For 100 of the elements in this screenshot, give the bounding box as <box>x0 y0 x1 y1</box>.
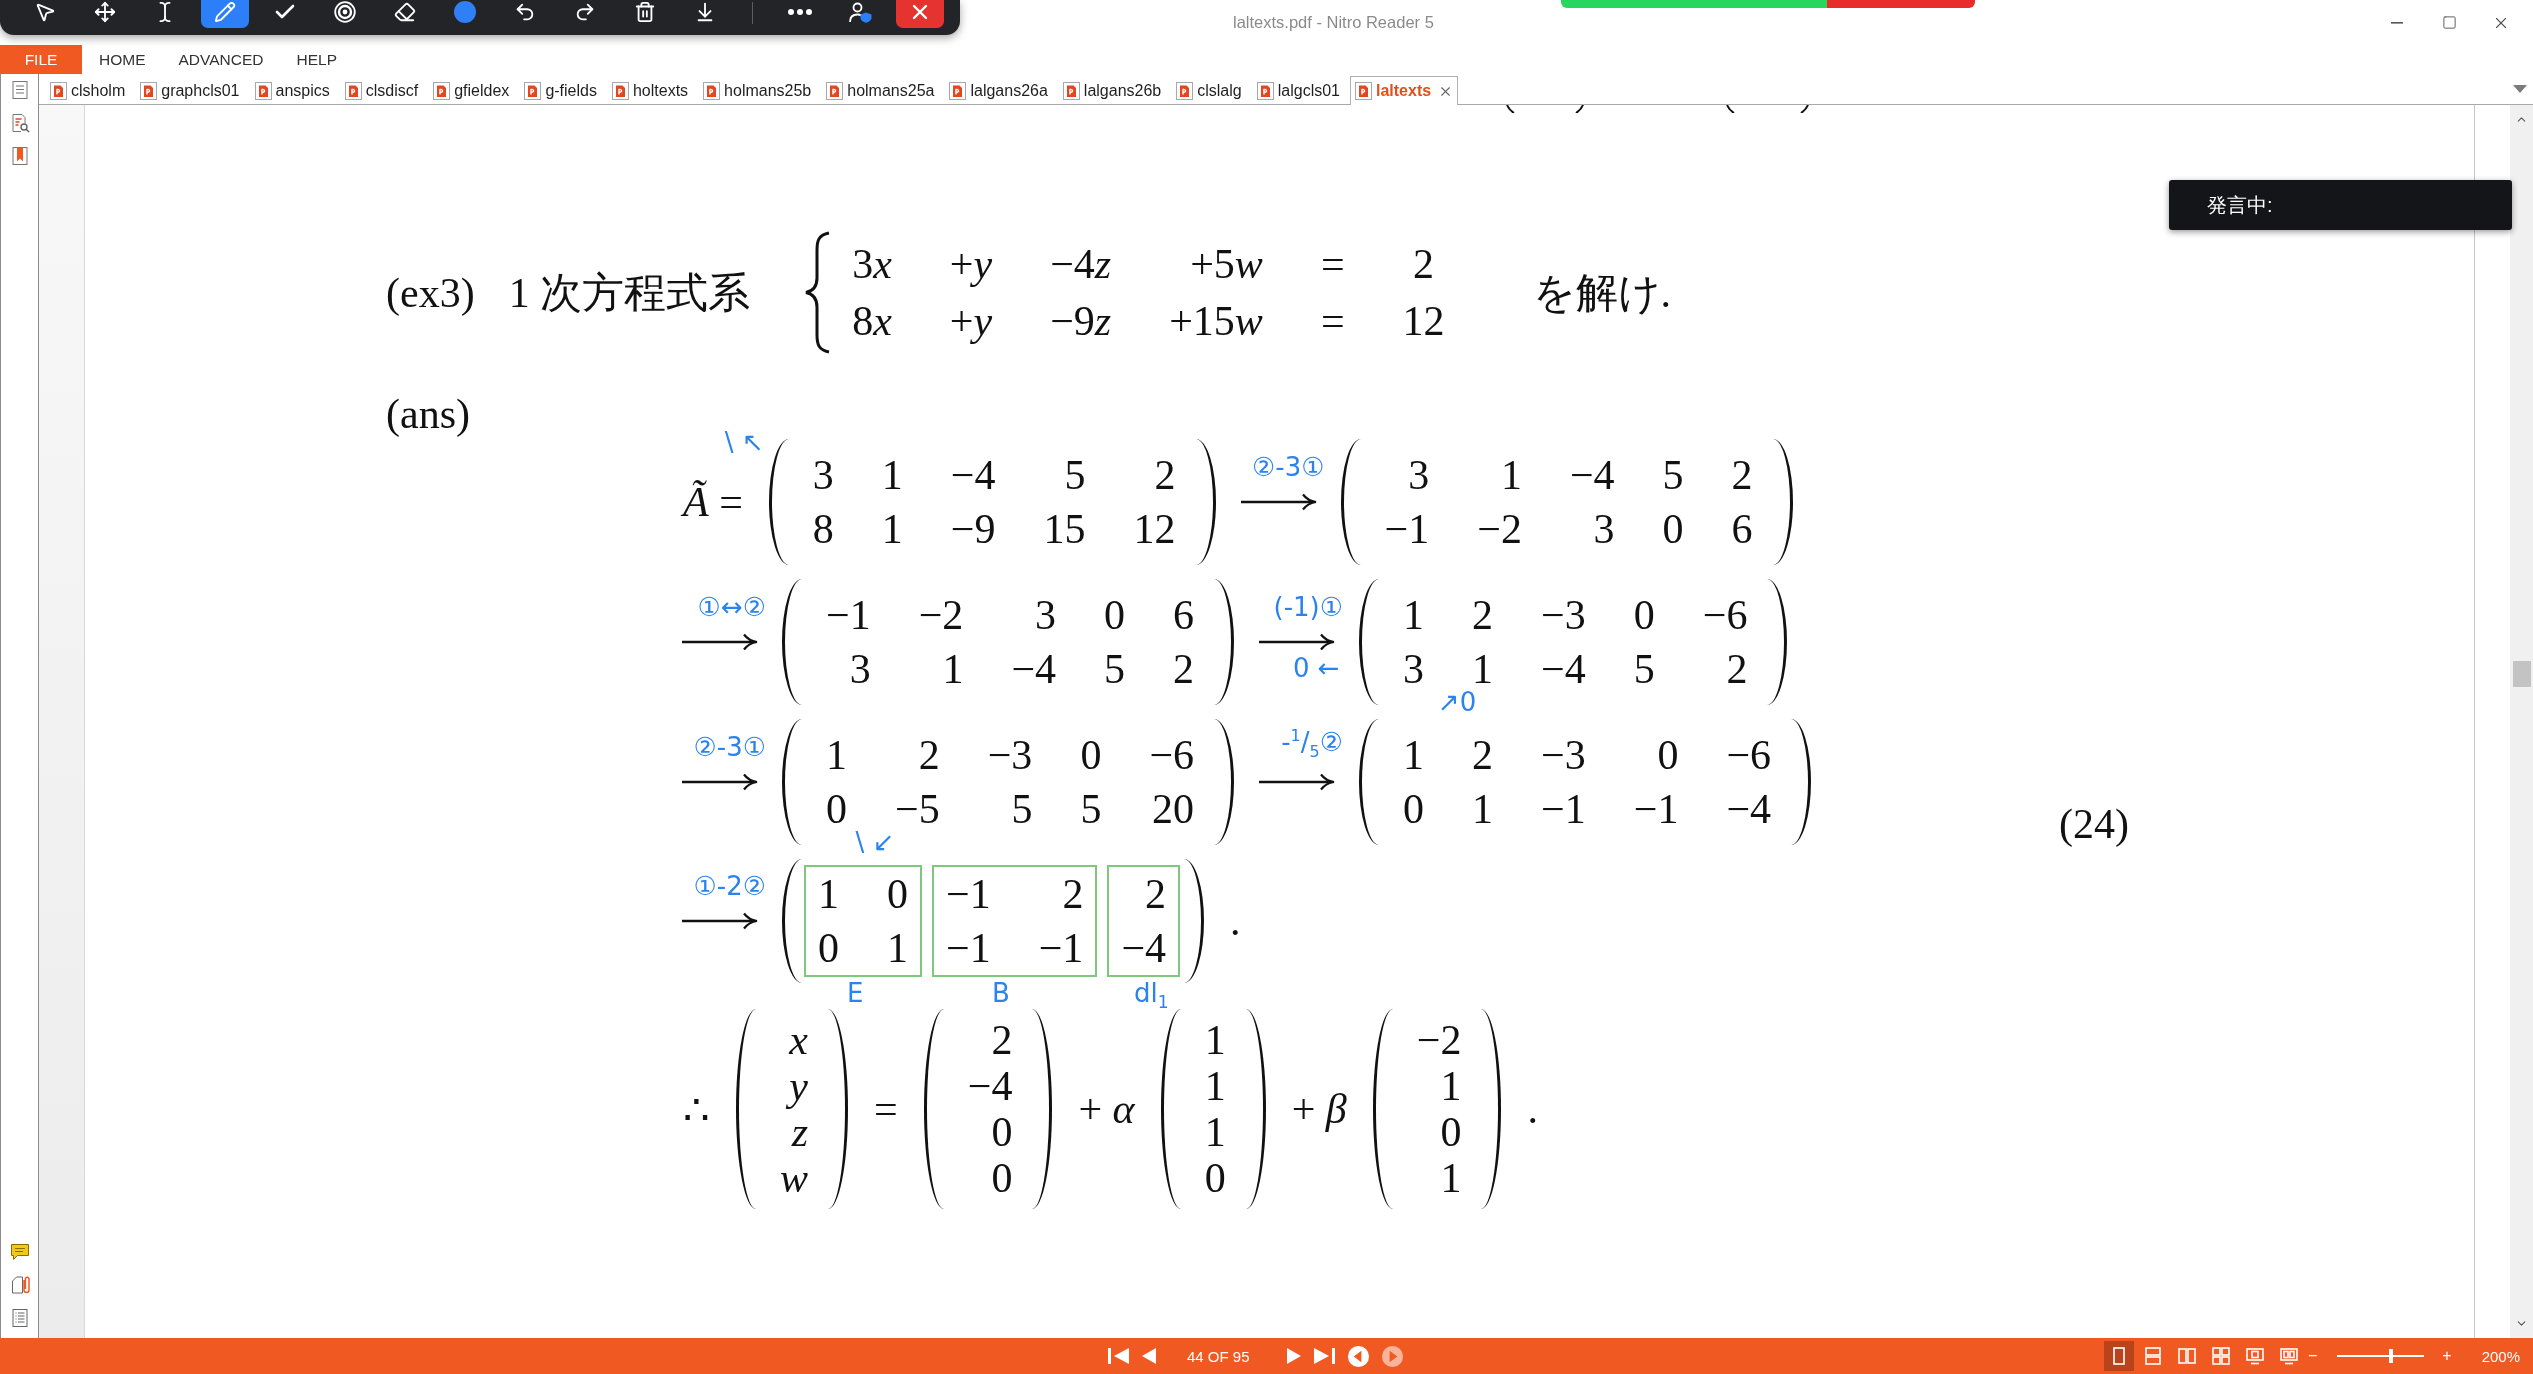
previous-page-icon[interactable] <box>1141 1347 1157 1365</box>
math-symbol: . <box>1230 897 1241 945</box>
matrix-entry: 3 <box>1407 451 1430 500</box>
matrix-entry: 0 <box>887 870 908 919</box>
matrix-entry: 5 <box>1633 645 1655 694</box>
trash-icon <box>634 1 656 23</box>
equation-term: −9z <box>1050 296 1112 346</box>
move-arrows-icon <box>94 1 116 23</box>
equation-term: 3x <box>852 239 892 289</box>
page-list-icon[interactable] <box>9 80 30 100</box>
matrix-entry: 8 <box>812 505 834 554</box>
matrix-entry: 2 <box>1472 591 1494 640</box>
matrix-entry: −4 <box>1569 451 1615 500</box>
matrix-entry: 0 <box>990 1155 1013 1201</box>
matrix-entry: 5 <box>1010 785 1033 834</box>
matrix-entry: −6 <box>1702 591 1748 640</box>
matrix-entry: w <box>780 1155 808 1201</box>
outline-icon[interactable] <box>9 1308 30 1328</box>
matrix-entry: −4 <box>1541 645 1586 694</box>
matrix-entry: 1 <box>1403 731 1425 780</box>
matrix-entry: 1 <box>881 505 903 554</box>
matrix-entry: 0 <box>1104 591 1126 640</box>
page-search-icon[interactable] <box>9 113 30 133</box>
equation-sign: = <box>1320 239 1345 289</box>
long-arrow-icon <box>681 632 758 652</box>
redo-icon <box>574 1 596 23</box>
matrix-entry: x <box>787 1017 808 1063</box>
view-mode-button[interactable] <box>2103 1341 2134 1371</box>
matrix-entry: −4 <box>950 451 996 500</box>
pen-tool-button[interactable] <box>201 0 249 28</box>
matrix-entry: −6 <box>1149 731 1195 780</box>
matrix-entry: 1 <box>1499 451 1522 500</box>
matrix-entry: 2 <box>1144 870 1167 919</box>
zoom-level: 200% <box>2481 1347 2520 1365</box>
matrix-entry: −1 <box>1384 505 1430 554</box>
matrix-entry: −1 <box>946 924 991 973</box>
matrix-entry: 5 <box>1080 785 1102 834</box>
next-page-icon[interactable] <box>1285 1347 1302 1365</box>
ink-note: ①↔② <box>697 594 766 620</box>
close-toolbar-button[interactable] <box>896 0 944 28</box>
pdf-file-icon <box>1355 82 1372 100</box>
matrix-entry: −1 <box>826 591 871 640</box>
menu-tab[interactable]: HELP <box>296 50 337 69</box>
matrix-entry: −5 <box>895 785 940 834</box>
pdf-file-icon <box>1062 82 1080 100</box>
matrix-entry: 0 <box>990 1109 1013 1155</box>
matrix-entry: 2 <box>990 1017 1013 1063</box>
first-page-icon[interactable] <box>1107 1347 1130 1365</box>
matrix-entry: 0 <box>1403 785 1425 834</box>
document-tab[interactable]: laltexts <box>1350 76 1459 105</box>
ink-note: ①-2② <box>693 873 766 899</box>
matrix-entry: 1 <box>1204 1063 1226 1109</box>
back-icon[interactable] <box>1346 1344 1370 1368</box>
popup-text: 発言中: <box>2207 192 2273 218</box>
matrix-entry: 1 <box>1439 1155 1462 1201</box>
math-symbol: + α <box>1078 1085 1135 1133</box>
pen-icon <box>214 1 236 23</box>
page-grid-icon <box>2210 1346 2231 1366</box>
matrix-entry: 1 <box>887 924 908 973</box>
ink-note: -$^{1}$/$_{5}$② <box>1281 728 1344 760</box>
scrollbar-thumb[interactable] <box>2512 661 2531 687</box>
minimize-icon <box>2391 21 2403 24</box>
matrix-entry: 20 <box>1151 785 1195 834</box>
screen-page-icon <box>2244 1346 2265 1366</box>
comment-icon[interactable] <box>9 1242 30 1262</box>
user-shield-icon <box>848 1 872 23</box>
matrix-entry: −4 <box>1121 924 1167 973</box>
ink-note: ↗0 <box>1437 689 1477 715</box>
zoom-slider-thumb[interactable] <box>2389 1349 2394 1363</box>
stacked-pages-icon <box>2142 1346 2163 1366</box>
matrix-entry: 1 <box>1439 1063 1462 1109</box>
matrix-entry: 1 <box>881 451 903 500</box>
matrix-entry: 12 <box>1133 505 1176 554</box>
matrix-entry: −2 <box>918 591 964 640</box>
ink-note: 0 ← <box>1293 655 1340 681</box>
menu-tab[interactable]: ADVANCED <box>178 50 264 69</box>
concentric-circles-icon <box>334 1 356 23</box>
dropdown-icon[interactable] <box>2513 85 2527 93</box>
pdf-file-icon <box>949 82 967 100</box>
pdf-file-icon <box>611 82 629 100</box>
matrix-entry: 0 <box>1662 505 1684 554</box>
pdf-file-icon <box>1176 82 1194 100</box>
matrix-entry: −1 <box>1541 785 1586 834</box>
attachment-icon[interactable] <box>9 1275 30 1295</box>
pdf-file-icon <box>524 82 542 100</box>
pdf-file-icon <box>140 82 158 100</box>
matrix-entry: 1 <box>1204 1109 1226 1155</box>
ink-note: (-1)① <box>1273 594 1344 620</box>
bookmark-icon[interactable] <box>9 146 30 166</box>
matrix-entry: 0 <box>826 785 847 834</box>
matrix-entry: 2 <box>1731 451 1753 500</box>
last-page-icon[interactable] <box>1312 1347 1336 1365</box>
scrollbar-track[interactable] <box>2510 105 2533 1338</box>
ink-note: \ ↙ <box>855 829 895 855</box>
problem-label: (ex3) <box>386 268 475 317</box>
pdf-file-icon <box>826 82 844 100</box>
menu-tab[interactable]: HOME <box>99 50 146 69</box>
matrix-entry: z <box>790 1109 808 1155</box>
long-arrow-icon <box>1258 772 1336 792</box>
maximize-icon <box>2441 15 2457 30</box>
